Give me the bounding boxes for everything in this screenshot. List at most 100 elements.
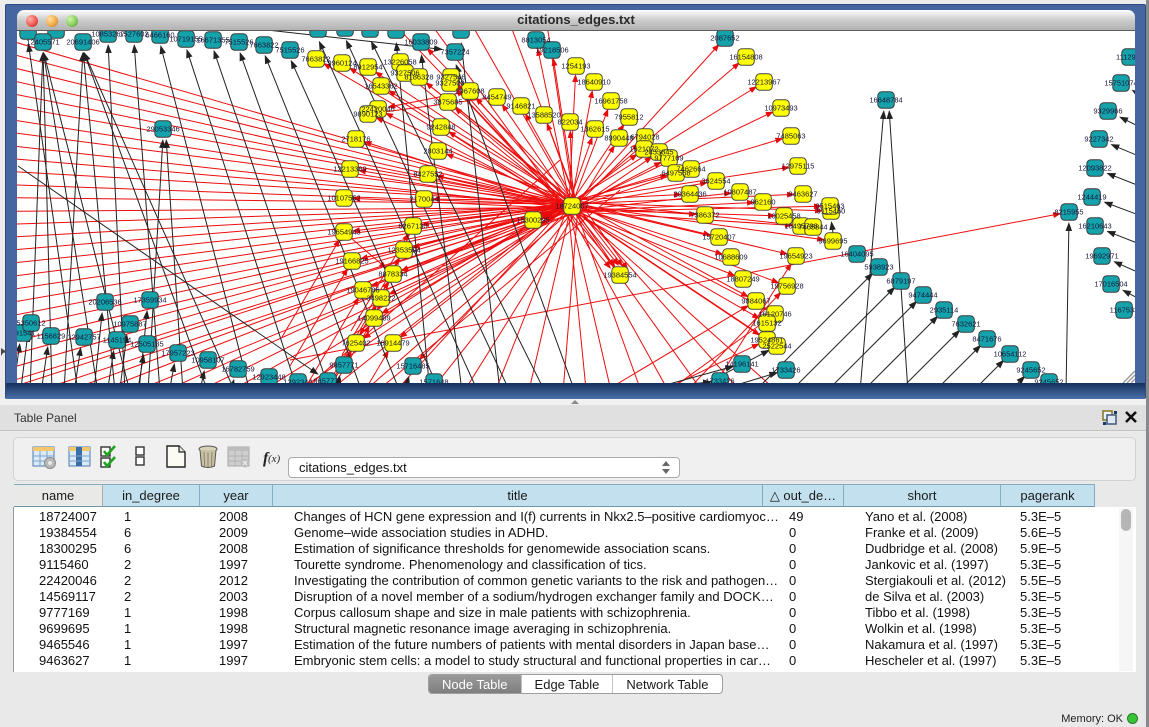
svg-text:1244419: 1244419 — [1077, 193, 1106, 202]
svg-text:12213967: 12213967 — [747, 78, 780, 87]
svg-text:7515526: 7515526 — [275, 46, 304, 55]
svg-text:8912954: 8912954 — [353, 63, 382, 72]
svg-text:6794028: 6794028 — [630, 133, 659, 142]
svg-text:1571648: 1571648 — [419, 378, 448, 384]
svg-text:15716485: 15716485 — [396, 362, 429, 371]
svg-text:1733426: 1733426 — [771, 366, 800, 375]
svg-text:1362615: 1362615 — [580, 125, 609, 134]
svg-text:18640910: 18640910 — [577, 78, 610, 87]
svg-text:8990448: 8990448 — [604, 134, 633, 143]
svg-text:10654112: 10654112 — [994, 350, 1027, 359]
svg-text:1527602: 1527602 — [119, 31, 148, 39]
svg-text:9884067: 9884067 — [741, 297, 770, 306]
svg-text:20364436: 20364436 — [673, 190, 706, 199]
svg-text:5350612: 5350612 — [17, 319, 46, 328]
svg-text:962160: 962160 — [750, 198, 775, 207]
svg-text:12093822: 12093822 — [1078, 164, 1111, 173]
svg-text:16210643: 16210643 — [1078, 222, 1111, 231]
svg-text:1167533: 1167533 — [1110, 306, 1135, 315]
svg-text:1615132: 1615132 — [752, 319, 781, 328]
svg-text:822034: 822034 — [557, 118, 582, 127]
svg-text:7386372: 7386372 — [690, 211, 719, 220]
svg-text:15751074: 15751074 — [1104, 79, 1135, 88]
svg-text:10688609: 10688609 — [714, 253, 747, 262]
svg-text:16961758: 16961758 — [594, 97, 627, 106]
svg-text:10973493: 10973493 — [764, 104, 797, 113]
svg-text:16404095: 16404095 — [840, 250, 873, 259]
svg-text:9474444: 9474444 — [908, 291, 937, 300]
svg-text:8471676: 8471676 — [972, 335, 1001, 344]
svg-text:9515463: 9515463 — [815, 202, 844, 211]
svg-text:7663822: 7663822 — [301, 55, 330, 64]
svg-text:2522544: 2522544 — [762, 342, 791, 351]
svg-text:7357224: 7357224 — [440, 48, 469, 57]
svg-text:6879197: 6879197 — [886, 277, 915, 286]
svg-text:7663822: 7663822 — [249, 41, 278, 50]
svg-text:15720407: 15720407 — [702, 233, 735, 242]
svg-text:17016504: 17016504 — [1094, 280, 1127, 289]
svg-text:3875685: 3875685 — [433, 98, 462, 107]
svg-text:2967608: 2967608 — [455, 87, 484, 96]
svg-text:9657771: 9657771 — [329, 361, 358, 370]
svg-text:2170044: 2170044 — [409, 195, 438, 204]
svg-text:(x): (x) — [268, 453, 281, 465]
svg-text:8454749: 8454749 — [482, 93, 511, 102]
svg-text:1254193: 1254193 — [561, 62, 590, 71]
svg-text:5938923: 5938923 — [864, 263, 893, 272]
svg-text:1292344: 1292344 — [283, 378, 312, 384]
svg-text:10107552: 10107552 — [327, 194, 360, 203]
svg-text:16120746: 16120746 — [758, 310, 791, 319]
svg-text:10975887: 10975887 — [113, 320, 146, 329]
svg-text:2087652: 2087652 — [710, 34, 739, 43]
svg-text:9329966: 9329966 — [1093, 107, 1122, 116]
svg-text:9777169: 9777169 — [654, 154, 683, 163]
svg-text:16543362: 16543362 — [364, 82, 397, 91]
svg-text:9245652: 9245652 — [1034, 378, 1063, 384]
svg-text:2718176: 2718176 — [341, 135, 370, 144]
svg-text:9657771: 9657771 — [313, 377, 342, 384]
svg-text:19654923: 19654923 — [779, 252, 812, 261]
svg-text:17359934: 17359934 — [133, 296, 166, 305]
svg-text:14196141: 14196141 — [725, 360, 758, 369]
svg-text:16914479: 16914479 — [376, 339, 409, 348]
svg-text:8813054: 8813054 — [521, 36, 550, 45]
svg-text:7462664: 7462664 — [676, 165, 705, 174]
svg-text:7955812: 7955812 — [614, 113, 643, 122]
svg-text:12975115: 12975115 — [782, 162, 815, 171]
svg-text:2935114: 2935114 — [930, 306, 959, 315]
svg-text:9699695: 9699695 — [818, 237, 847, 246]
svg-text:8186328: 8186328 — [404, 73, 433, 82]
svg-text:9960124: 9960124 — [327, 59, 356, 68]
svg-text:1156829: 1156829 — [37, 332, 66, 341]
svg-text:12942757: 12942757 — [67, 333, 100, 342]
svg-text:8267130: 8267130 — [398, 222, 427, 231]
svg-text:16033809: 16033809 — [404, 38, 437, 47]
svg-text:8427552: 8427552 — [413, 170, 442, 179]
svg-text:7485063: 7485063 — [776, 132, 805, 141]
svg-text:15300295: 15300295 — [516, 216, 549, 225]
svg-text:9463627: 9463627 — [788, 190, 817, 199]
svg-text:7465844: 7465844 — [798, 223, 827, 232]
svg-text:391541: 391541 — [17, 329, 36, 338]
svg-text:8215955: 8215955 — [1054, 208, 1083, 217]
svg-text:12923448: 12923448 — [252, 373, 285, 382]
svg-text:14099489: 14099489 — [357, 314, 390, 323]
svg-text:12213369: 12213369 — [333, 165, 366, 174]
svg-text:9146821: 9146821 — [506, 102, 535, 111]
svg-text:1145194: 1145194 — [103, 336, 132, 345]
svg-text:10025458: 10025458 — [767, 212, 800, 221]
svg-text:13226058: 13226058 — [383, 58, 416, 67]
svg-text:7632621: 7632621 — [951, 320, 980, 329]
svg-text:8878334: 8878334 — [378, 270, 407, 279]
svg-text:13588520: 13588520 — [527, 111, 560, 120]
svg-text:1112954: 1112954 — [1116, 53, 1135, 62]
svg-text:20691406: 20691406 — [66, 38, 99, 47]
svg-text:10958107: 10958107 — [191, 356, 224, 365]
svg-text:9890123: 9890123 — [353, 110, 382, 119]
svg-text:16648784: 16648784 — [869, 96, 902, 105]
svg-text:12405571: 12405571 — [26, 38, 59, 47]
svg-text:18724007: 18724007 — [555, 202, 588, 211]
svg-text:2803144: 2803144 — [423, 147, 452, 156]
svg-text:3498222: 3498222 — [366, 294, 395, 303]
svg-text:19692971: 19692971 — [1085, 252, 1118, 261]
